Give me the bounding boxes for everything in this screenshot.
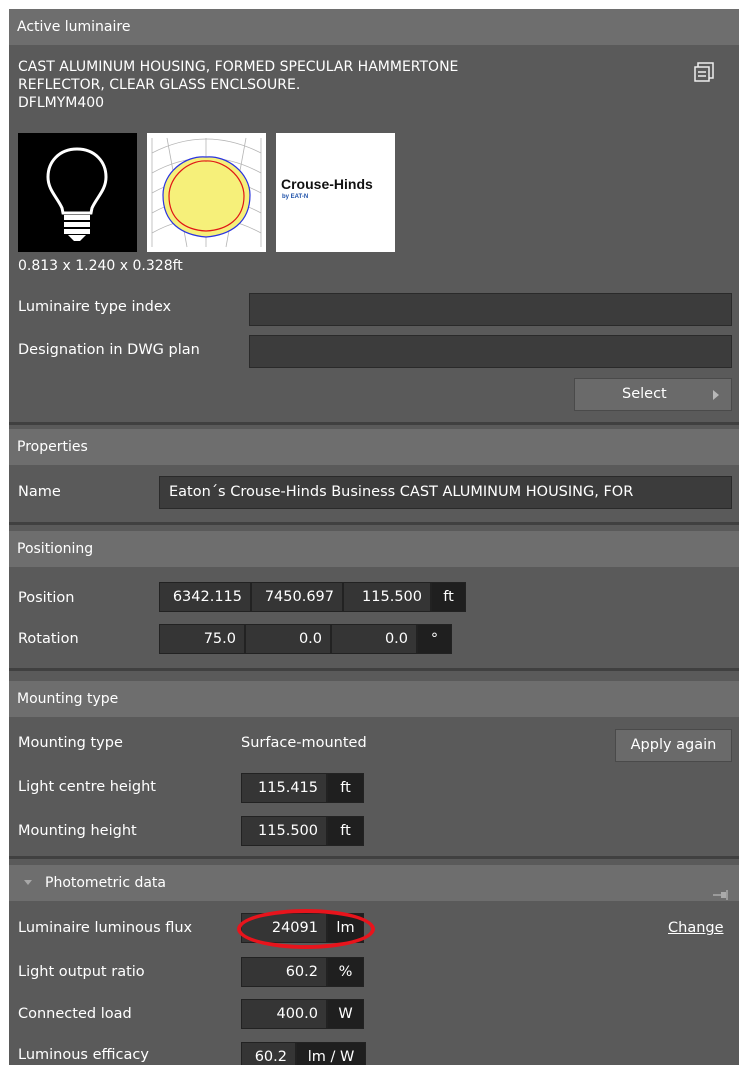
rotation-label: Rotation [18, 631, 79, 647]
position-label: Position [18, 590, 75, 606]
light-bulb-icon [46, 147, 108, 241]
light-output-ratio-label: Light output ratio [18, 964, 145, 980]
select-button-label: Select [622, 386, 667, 402]
designation-input[interactable] [249, 335, 732, 368]
arrow-right-icon [713, 390, 719, 400]
highlight-ellipse [237, 909, 375, 949]
rotation-unit: ° [417, 624, 452, 654]
connected-load-label: Connected load [18, 1006, 132, 1022]
position-z-input[interactable]: 115.500 [343, 582, 431, 612]
bulb-thumbnail [18, 133, 137, 252]
connected-load-unit: W [327, 999, 364, 1029]
properties-header: Properties [9, 429, 739, 465]
mounting-type-label: Mounting type [18, 735, 123, 751]
light-output-ratio-input[interactable]: 60.2 [241, 957, 327, 987]
select-button[interactable]: Select [574, 378, 732, 411]
rotation-y-input[interactable]: 0.0 [245, 624, 331, 654]
change-link[interactable]: Change [668, 920, 724, 936]
type-index-input[interactable] [249, 293, 732, 326]
rotation-z-input[interactable]: 0.0 [331, 624, 417, 654]
photometric-diagram-thumbnail [147, 133, 266, 252]
photometric-header-label: Photometric data [45, 875, 167, 891]
collapse-arrow-icon[interactable] [24, 880, 32, 885]
light-output-ratio-unit: % [327, 957, 364, 987]
divider [9, 522, 739, 525]
luminaire-description-line2: REFLECTOR, CLEAR GLASS ENCLSOURE. [18, 77, 301, 93]
positioning-header: Positioning [9, 531, 739, 567]
position-x-input[interactable]: 6342.115 [159, 582, 251, 612]
luminaire-dimensions: 0.813 x 1.240 x 0.328ft [18, 258, 183, 274]
luminous-flux-label: Luminaire luminous flux [18, 920, 193, 936]
mounting-height-input[interactable]: 115.500 [241, 816, 327, 846]
connected-load-input[interactable]: 400.0 [241, 999, 327, 1029]
apply-again-button[interactable]: Apply again [615, 729, 732, 762]
pin-icon[interactable] [713, 878, 729, 900]
luminaire-description-line1: CAST ALUMINUM HOUSING, FORMED SPECULAR H… [18, 59, 459, 75]
light-centre-height-input[interactable]: 115.415 [241, 773, 327, 803]
luminous-efficacy-input[interactable]: 60.2 [241, 1042, 296, 1065]
luminous-efficacy-label: Luminous efficacy [18, 1047, 149, 1063]
divider [9, 422, 739, 425]
divider [9, 668, 739, 671]
active-luminaire-header: Active luminaire [9, 9, 739, 45]
position-y-input[interactable]: 7450.697 [251, 582, 343, 612]
photometric-header[interactable]: Photometric data [9, 865, 739, 901]
luminaire-panel: Active luminaire CAST ALUMINUM HOUSING, … [9, 9, 739, 1065]
name-input[interactable]: Eaton´s Crouse-Hinds Business CAST ALUMI… [159, 476, 732, 509]
mounting-header: Mounting type [9, 681, 739, 717]
mounting-height-unit: ft [327, 816, 364, 846]
mounting-type-value: Surface-mounted [241, 735, 367, 751]
luminaire-model-code: DFLMYM400 [18, 95, 105, 111]
crouse-hinds-logo: Crouse-Hinds [281, 176, 373, 192]
luminous-efficacy-unit: lm / W [296, 1042, 366, 1065]
name-label: Name [18, 484, 61, 500]
divider [9, 856, 739, 859]
light-centre-height-label: Light centre height [18, 779, 156, 795]
brand-logo-thumbnail: Crouse-Hinds by EAT-N [276, 133, 395, 252]
mounting-height-label: Mounting height [18, 823, 137, 839]
type-index-label: Luminaire type index [18, 299, 172, 315]
designation-label: Designation in DWG plan [18, 342, 200, 358]
rotation-x-input[interactable]: 75.0 [159, 624, 245, 654]
position-unit: ft [431, 582, 466, 612]
eaton-logo: by EAT-N [282, 194, 309, 200]
datasheet-icon[interactable] [693, 61, 715, 83]
light-centre-height-unit: ft [327, 773, 364, 803]
